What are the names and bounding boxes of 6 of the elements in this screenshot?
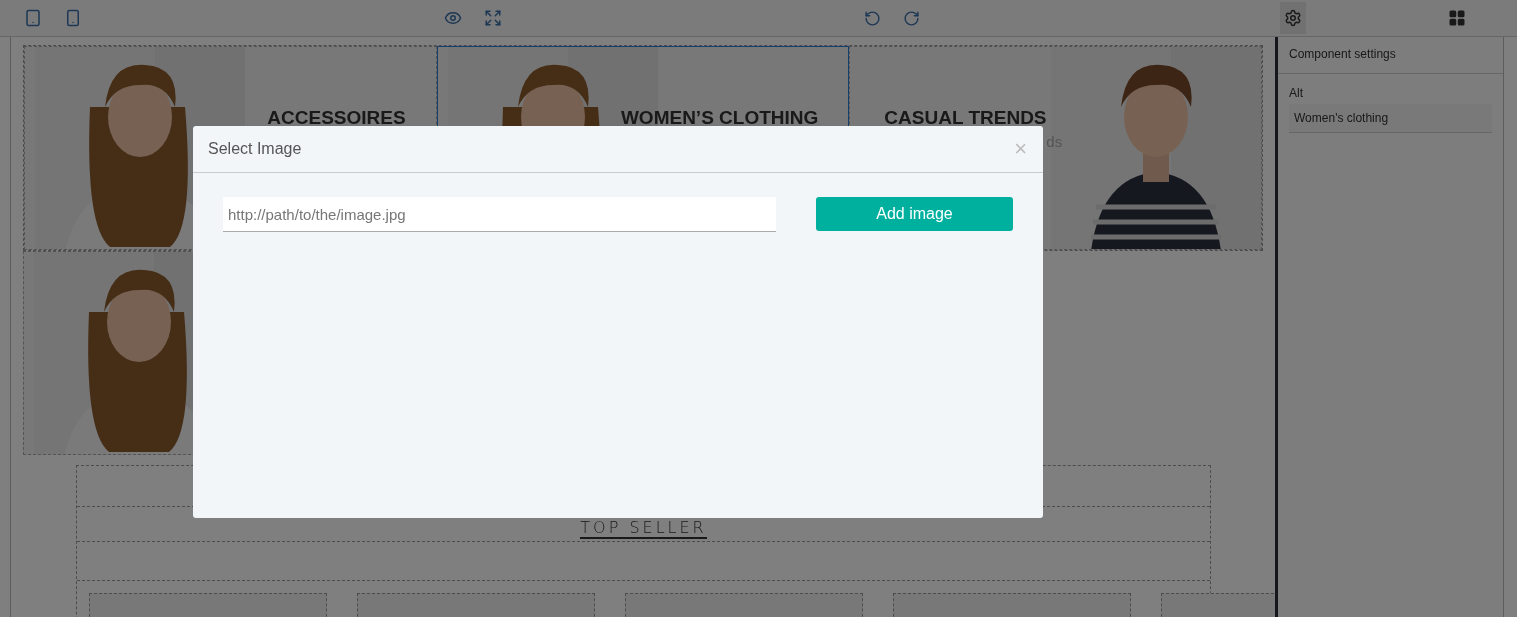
banner-title: CASUAL TRENDS [884,107,1047,129]
banner-title: WOMEN’S CLOTHING [620,107,819,129]
field-label: Alt [1289,86,1304,100]
banner-title: ACCESSOIRES [267,107,406,129]
modal-title: Select Image [208,140,302,158]
panel-title: Component settings [1278,37,1503,74]
